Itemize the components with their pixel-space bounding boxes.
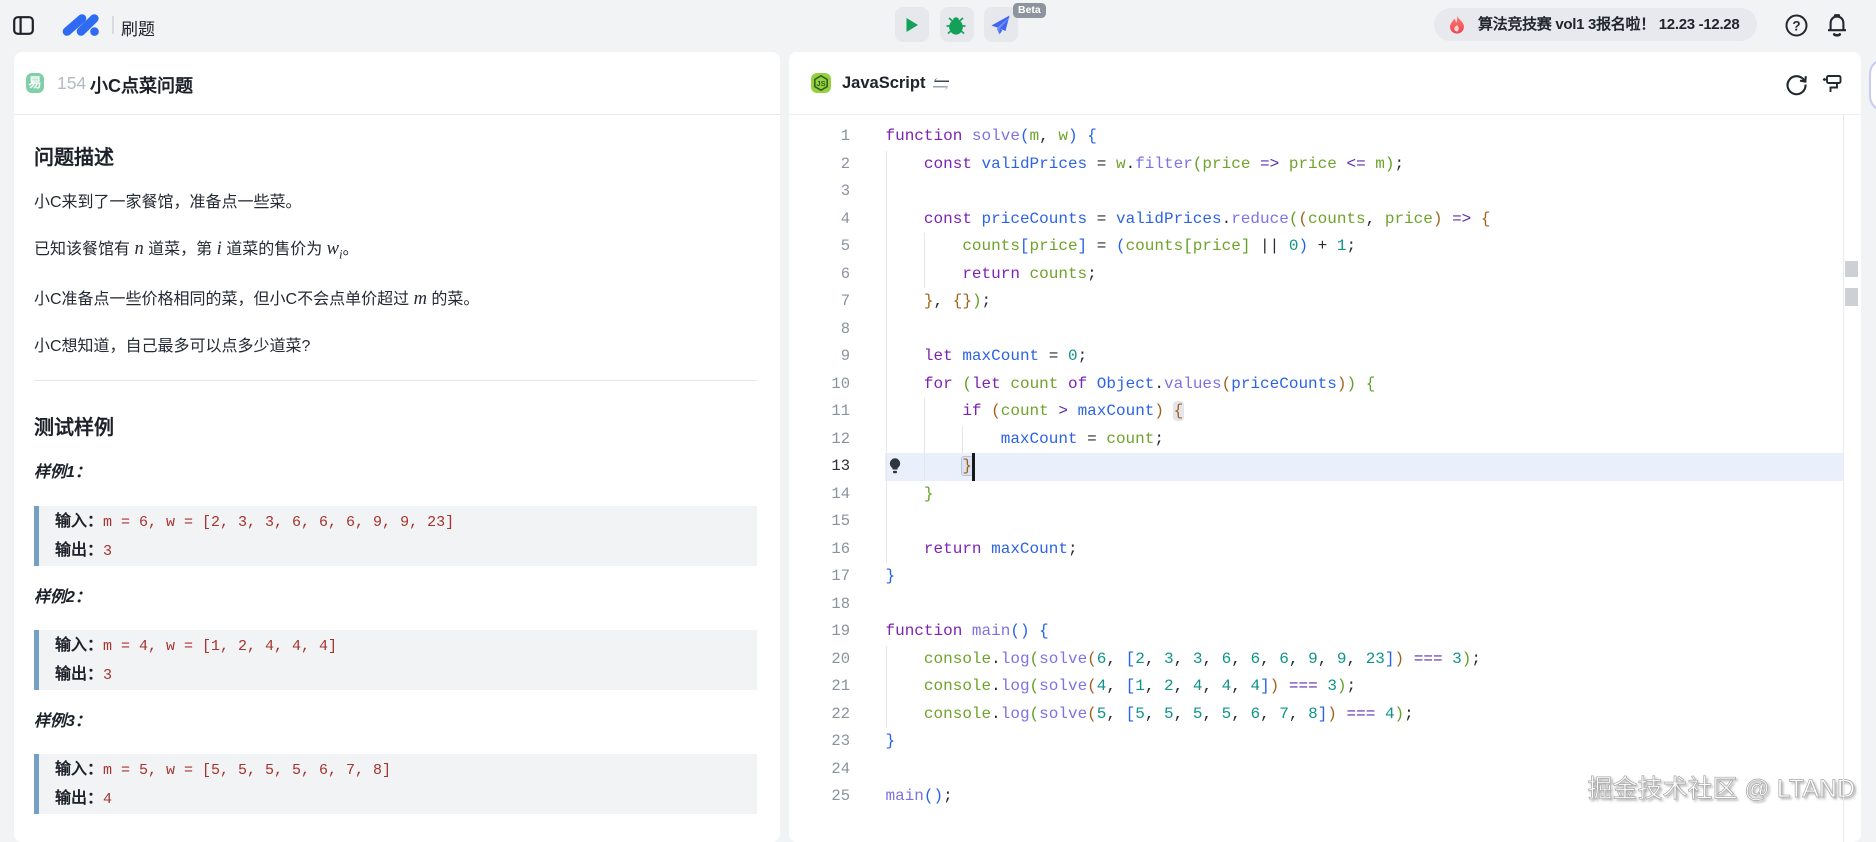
svg-text:?: ? (1792, 18, 1800, 33)
